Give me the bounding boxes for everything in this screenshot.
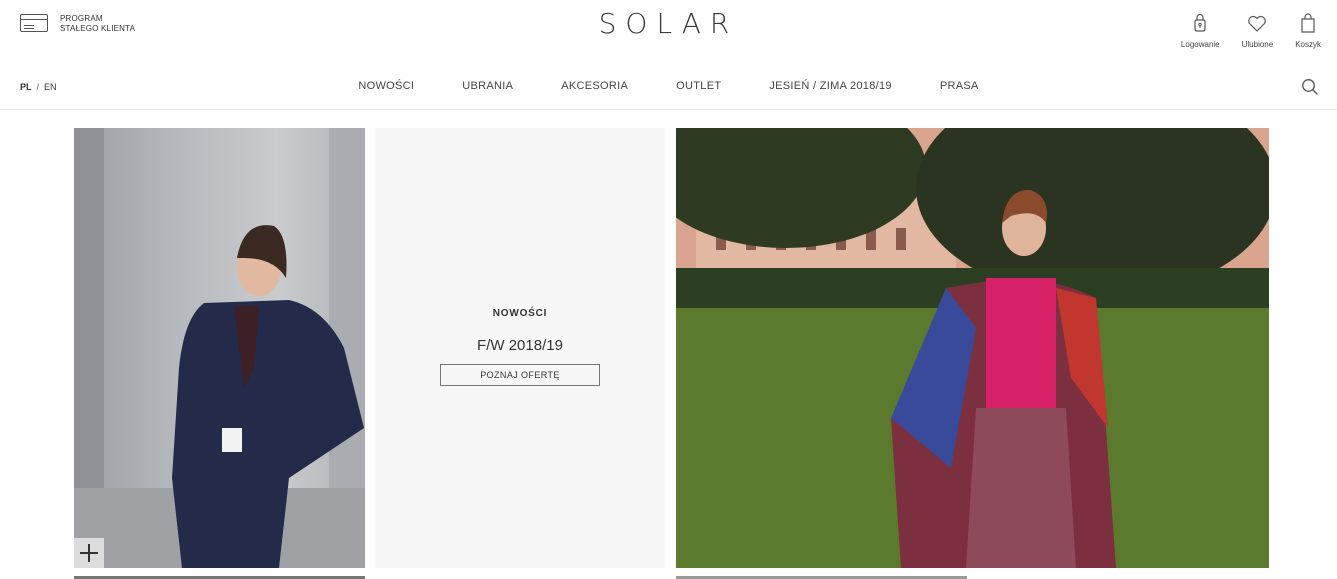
model-suit-photo bbox=[74, 128, 365, 568]
menu-item-nowosci[interactable]: NOWOŚCI bbox=[358, 80, 414, 92]
menu-item-outlet[interactable]: OUTLET bbox=[676, 80, 721, 92]
model-plaid-coat-photo bbox=[676, 128, 1269, 568]
heart-icon bbox=[1248, 15, 1267, 32]
menu-item-prasa[interactable]: PRASA bbox=[940, 80, 979, 92]
main-nav-bar: PL / EN NOWOŚCI UBRANIA AKCESORIA OUTLET… bbox=[0, 64, 1337, 110]
promo-image-left[interactable] bbox=[74, 128, 365, 568]
cart-label: Koszyk bbox=[1295, 40, 1321, 49]
promo-text-block: NOWOŚCI F/W 2018/19 POZNAJ OFERTĘ bbox=[375, 308, 665, 386]
menu-item-ubrania[interactable]: UBRANIA bbox=[462, 80, 513, 92]
promo-image-right[interactable] bbox=[676, 128, 1269, 568]
cart-link[interactable]: Koszyk bbox=[1295, 12, 1321, 49]
promo-tile-new-collection: NOWOŚCI F/W 2018/19 POZNAJ OFERTĘ bbox=[375, 128, 665, 568]
promo-subtitle: F/W 2018/19 bbox=[477, 337, 563, 354]
promo-title: NOWOŚCI bbox=[492, 308, 548, 319]
site-logo[interactable]: SOLAR bbox=[0, 7, 1337, 40]
main-menu: NOWOŚCI UBRANIA AKCESORIA OUTLET JESIEŃ … bbox=[0, 80, 1337, 92]
login-label: Logowanie bbox=[1180, 40, 1220, 49]
search-icon[interactable] bbox=[1301, 78, 1319, 96]
menu-item-akcesoria[interactable]: AKCESORIA bbox=[561, 80, 628, 92]
favorites-label: Ulubione bbox=[1241, 40, 1274, 49]
favorites-link[interactable]: Ulubione bbox=[1241, 12, 1274, 49]
user-lock-icon bbox=[1194, 13, 1206, 32]
top-header: PROGRAM STAŁEGO KLIENTA SOLAR Logowanie … bbox=[0, 0, 1337, 60]
user-nav: Logowanie Ulubione Koszyk bbox=[1181, 12, 1321, 49]
menu-item-jesien-zima[interactable]: JESIEŃ / ZIMA 2018/19 bbox=[769, 80, 891, 92]
login-link[interactable]: Logowanie bbox=[1181, 12, 1220, 49]
plus-icon[interactable] bbox=[74, 538, 104, 568]
discover-offer-button[interactable]: POZNAJ OFERTĘ bbox=[440, 364, 600, 386]
shopping-bag-icon bbox=[1301, 13, 1315, 33]
